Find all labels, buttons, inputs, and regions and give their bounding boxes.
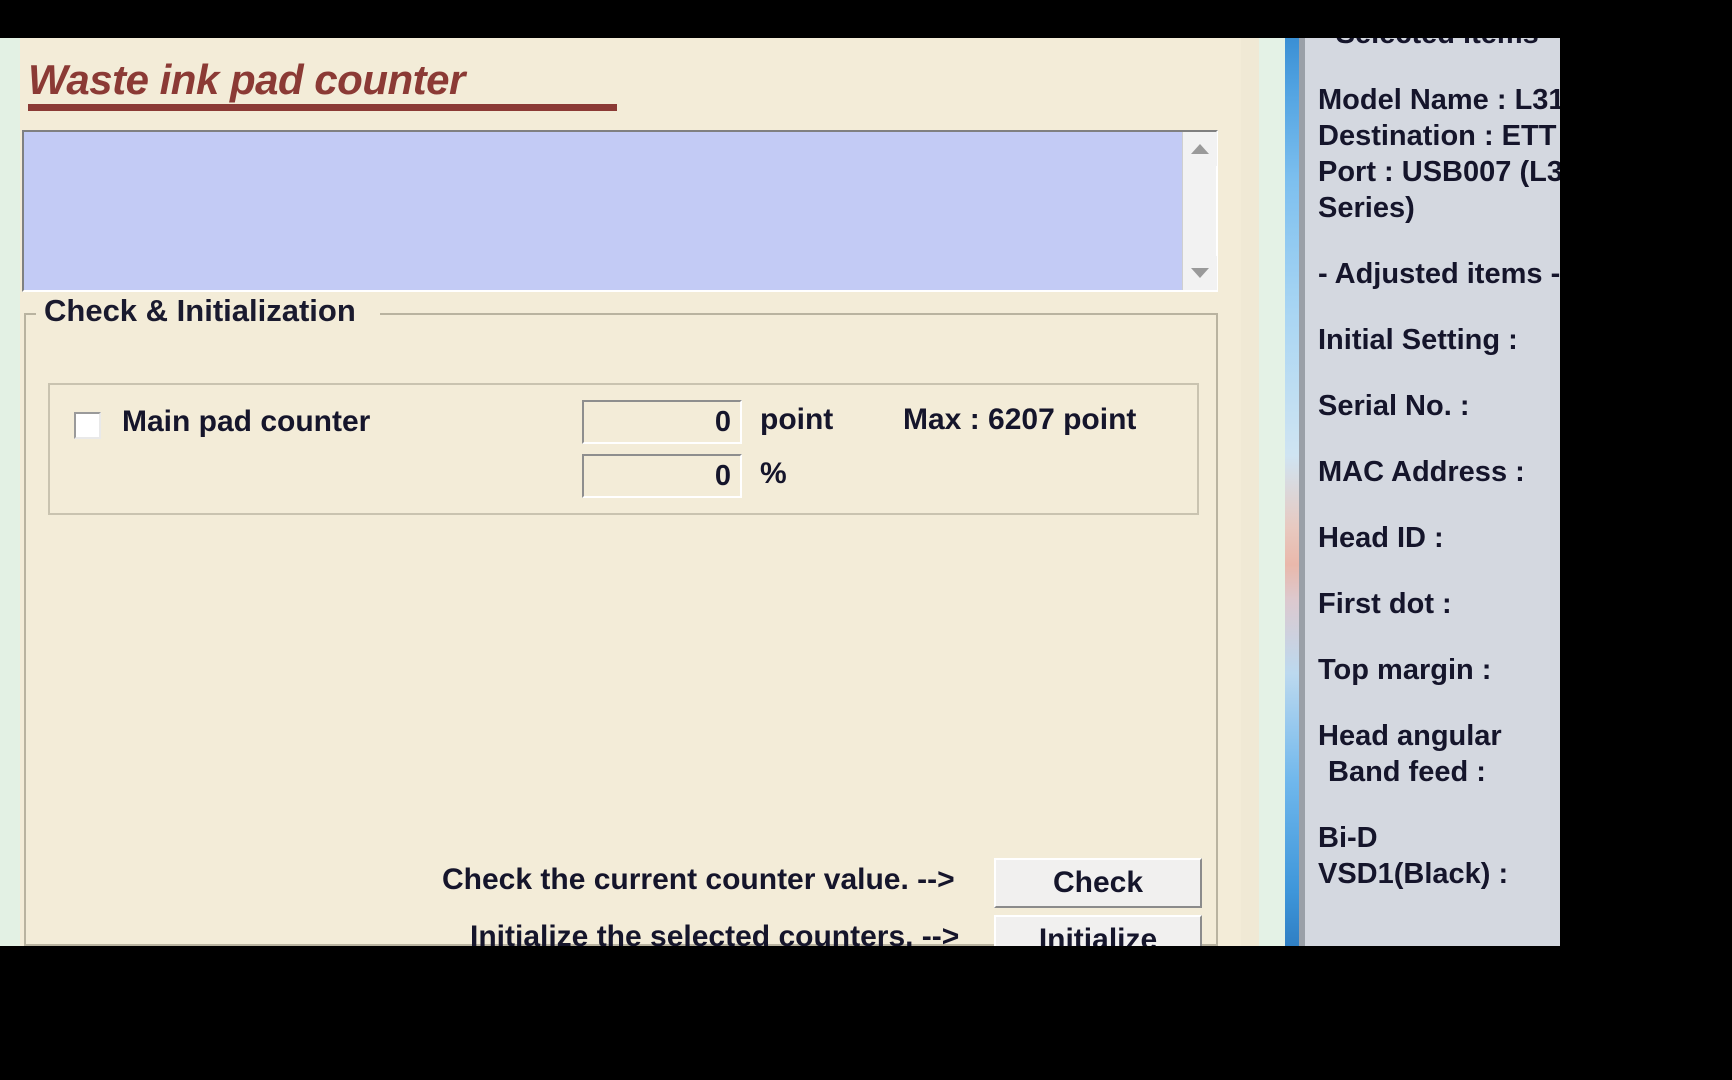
sidebar-model-name: Model Name : L310: [1318, 84, 1560, 116]
main-pad-counter-panel: Main pad counter 0 point Max : 6207 poin…: [48, 383, 1199, 515]
max-point-label: Max : 6207 point: [903, 403, 1137, 436]
check-hint-label: Check the current counter value. -->: [442, 863, 955, 896]
page-title: Waste ink pad counter: [28, 56, 628, 112]
info-sidebar: - Selected items - Model Name : L310 Des…: [1305, 38, 1560, 946]
title-underline: [28, 104, 617, 112]
info-sidebar-content: - Selected items - Model Name : L310 Des…: [1318, 38, 1560, 892]
selected-items-header: - Selected items -: [1318, 38, 1560, 52]
log-scrollbar[interactable]: [1182, 132, 1217, 290]
letterbox-bottom: [0, 946, 1732, 1080]
sidebar-port: Port : USB007 (L360: [1318, 156, 1560, 188]
sidebar-initial-setting: Initial Setting :: [1318, 324, 1518, 356]
log-listbox[interactable]: [22, 130, 1218, 292]
dialog-panel: Waste ink pad counter Check & Initializa…: [20, 38, 1241, 946]
page-title-text: Waste ink pad counter: [28, 56, 465, 103]
window-frame-left-strip: [0, 38, 20, 946]
main-pad-counter-percent-input[interactable]: 0: [582, 454, 742, 498]
percent-unit-label: %: [760, 457, 787, 490]
main-pad-counter-label: Main pad counter: [122, 405, 371, 438]
adjusted-items-header: - Adjusted items -: [1318, 258, 1560, 290]
sidebar-bid-sub: VSD1(Black) :: [1318, 858, 1509, 890]
point-unit-label: point: [760, 403, 834, 436]
letterbox-top: [0, 0, 1732, 38]
initialize-hint-label: Initialize the selected counters. -->: [470, 920, 960, 946]
window-frame-right-blue-bar[interactable]: [1285, 38, 1299, 946]
log-listbox-text: [24, 132, 1216, 144]
window-frame-right-tan: [1241, 38, 1259, 946]
check-button[interactable]: Check: [994, 858, 1202, 908]
sidebar-destination: Destination : ETT: [1318, 120, 1557, 152]
sidebar-serial-no: Serial No. :: [1318, 390, 1470, 422]
main-pad-counter-point-input[interactable]: 0: [582, 400, 742, 444]
sidebar-bid: Bi-D: [1318, 822, 1378, 854]
initialize-button[interactable]: Initialize: [994, 915, 1202, 946]
sidebar-port-cont: Series): [1318, 192, 1415, 224]
check-action-row: Check the current counter value. --> Che…: [26, 858, 1216, 912]
scroll-up-button[interactable]: [1183, 132, 1217, 166]
check-and-initialization-group: Main pad counter 0 point Max : 6207 poin…: [24, 313, 1218, 946]
letterbox-right: [1560, 0, 1732, 1080]
sidebar-first-dot: First dot :: [1318, 588, 1452, 620]
triangle-down-icon: [1191, 268, 1209, 278]
triangle-up-icon: [1191, 144, 1209, 154]
window-frame-right-green: [1259, 38, 1285, 946]
sidebar-mac-address: MAC Address :: [1318, 456, 1525, 488]
main-pad-counter-checkbox[interactable]: [74, 412, 101, 439]
initialize-action-row: Initialize the selected counters. --> In…: [26, 915, 1216, 946]
sidebar-top-margin: Top margin :: [1318, 654, 1492, 686]
scroll-down-button[interactable]: [1183, 256, 1217, 290]
sidebar-head-angular: Head angular: [1318, 720, 1502, 752]
sidebar-band-feed: Band feed :: [1328, 756, 1486, 788]
waste-ink-pad-counter-dialog: Waste ink pad counter Check & Initializa…: [0, 38, 1560, 946]
screen-root: Waste ink pad counter Check & Initializa…: [0, 0, 1732, 1080]
sidebar-head-id: Head ID :: [1318, 522, 1444, 554]
